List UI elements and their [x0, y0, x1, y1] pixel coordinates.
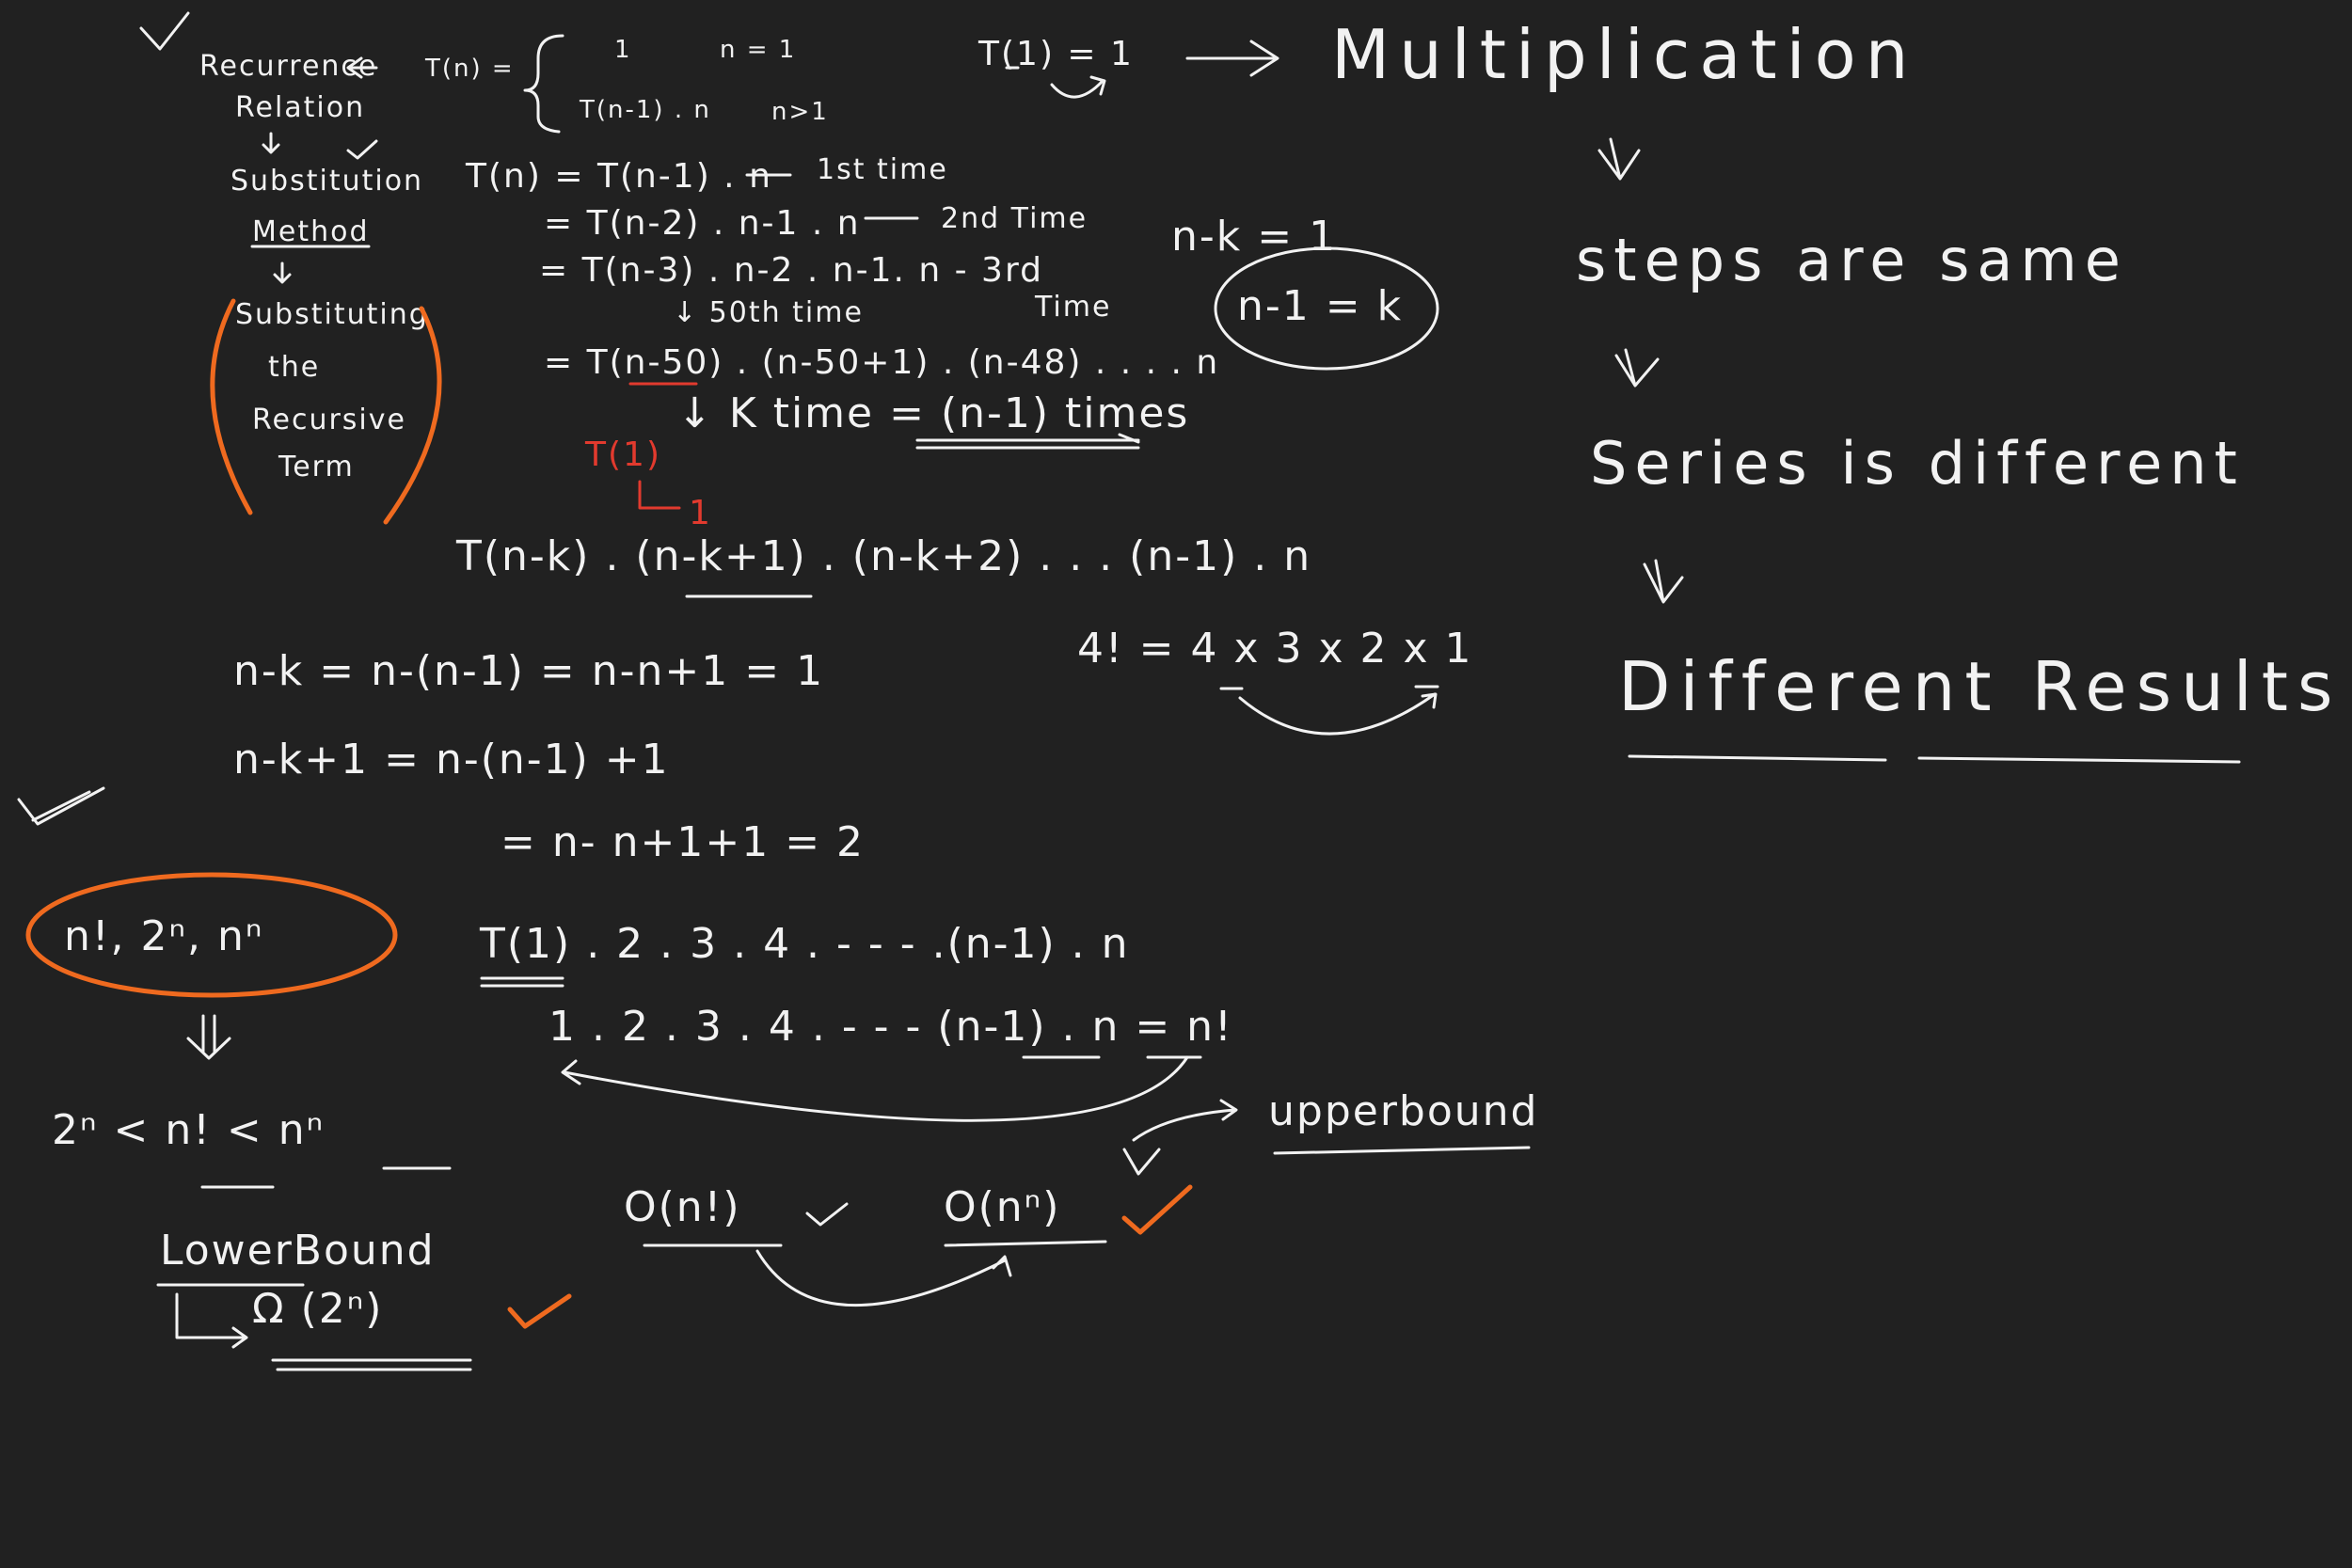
right-arrow-icon: [1185, 40, 1279, 77]
down-arrow-icon: [1597, 137, 1641, 181]
checkmark-icon: [346, 139, 378, 160]
derivation-line3: = n- n+1+1 = 2: [501, 818, 866, 866]
step-t1-value-red: 1: [689, 494, 712, 532]
right-series-different: Series is different: [1590, 429, 2245, 498]
checkmark-icon: [139, 11, 190, 51]
step-line2: = T(n-2) . n-1 . n: [544, 204, 861, 243]
step-line3: = T(n-3) . n-2 . n-1. n - 3rd: [539, 251, 1043, 290]
down-arrow-icon: [262, 132, 280, 154]
step-t1-red: T(1): [585, 436, 661, 474]
curved-arrow-icon: [1050, 75, 1106, 99]
definition-lhs: T(n) =: [425, 55, 515, 83]
flow-the: the: [268, 351, 321, 384]
factorial-arc-arrow: [1238, 692, 1438, 736]
bounds-upper-label: upperbound: [1268, 1087, 1539, 1135]
flow-method: Method: [252, 215, 370, 248]
step-fiftieth: ↓ 50th time: [673, 296, 864, 329]
double-down-arrow-icon: [186, 1014, 231, 1060]
orange-left-paren: [210, 298, 253, 515]
upperbound-underline: [1273, 1146, 1531, 1155]
step-line2-note: 2nd Time: [941, 202, 1089, 235]
flow-substituting: Substituting: [235, 298, 429, 331]
bounds-big-o-factorial: O(n!): [624, 1183, 741, 1231]
different-underline: [1628, 754, 1887, 762]
bounds-omega: Ω (2ⁿ): [252, 1285, 384, 1333]
bounds-big-o-power: O(nⁿ): [944, 1183, 1061, 1231]
definition-case1-value: 1: [614, 36, 632, 64]
checkmark-icon: [805, 1202, 849, 1227]
down-arrow-icon: [1643, 559, 1684, 604]
orange-checkmark-icon: [507, 1293, 572, 1329]
step-line3-time: Time: [1035, 291, 1112, 324]
bounds-lower-label: LowerBound: [160, 1227, 436, 1275]
right-different-results: Different Results: [1618, 647, 2343, 726]
factorial-example: 4! = 4 x 3 x 2 x 1: [1077, 625, 1473, 673]
product-line1: T(1) . 2 . 3 . 4 . - - - .(n-1) . n: [480, 920, 1130, 968]
step-line1-note: 1st time: [817, 153, 948, 186]
definition-case2-cond: n>1: [771, 98, 829, 126]
general-term: T(n-k) . (n-k+1) . (n-k+2) . . . (n-1) .…: [456, 532, 1312, 580]
flow-recursive: Recursive: [252, 404, 406, 436]
definition-case1-cond: n = 1: [720, 36, 797, 64]
right-steps-same: steps are same: [1576, 226, 2128, 294]
bounds-inequality: 2ⁿ < n! < nⁿ: [52, 1106, 326, 1154]
definition-base: T(1) = 1: [978, 35, 1134, 73]
flow-term: Term: [278, 451, 355, 483]
flow-relation: Relation: [235, 91, 366, 124]
checkmark-icon: [1122, 1148, 1161, 1176]
derivation-line2: n-k+1 = n-(n-1) +1: [233, 736, 670, 784]
step-line4: = T(n-50) . (n-50+1) . (n-48) . . . . n: [544, 343, 1220, 382]
flow-substitution: Substitution: [230, 165, 424, 198]
product-line2: 1 . 2 . 3 . 4 . - - - (n-1) . n = n!: [548, 1003, 1233, 1051]
flow-recurrence: Recurrence: [199, 50, 378, 83]
o-connect-arrow: [755, 1249, 1012, 1307]
whiteboard-canvas[interactable]: Recurrence Relation Substitution Method …: [0, 0, 2352, 1568]
upperbound-arrow: [1132, 1099, 1238, 1142]
product-arc-arrow: [561, 1055, 1189, 1122]
step-k-time: ↓ K time = (n-1) times: [677, 389, 1190, 437]
orange-checkmark-icon: [1121, 1184, 1193, 1235]
step-nk-eq: n-k = 1: [1171, 213, 1338, 261]
red-arrow: [638, 480, 681, 510]
derivation-line1: n-k = n-(n-1) = n-n+1 = 1: [233, 647, 825, 695]
bounds-circle-text: n!, 2ⁿ, nⁿ: [64, 912, 264, 960]
down-arrow-icon: [273, 261, 292, 284]
step-line1: T(n) = T(n-1) . n: [466, 157, 772, 196]
step-n1k: n-1 = k: [1237, 282, 1404, 330]
case-brace: [523, 34, 564, 134]
results-underline: [1917, 756, 2241, 764]
down-arrow-icon: [1614, 348, 1660, 388]
checkmark-icon: [17, 786, 105, 826]
definition-case2-value: T(n-1) . n: [580, 96, 711, 124]
lowerbound-arrow: [175, 1292, 248, 1349]
right-multiplication: Multiplication: [1331, 15, 1918, 94]
o-pow-underline: [944, 1240, 1107, 1247]
